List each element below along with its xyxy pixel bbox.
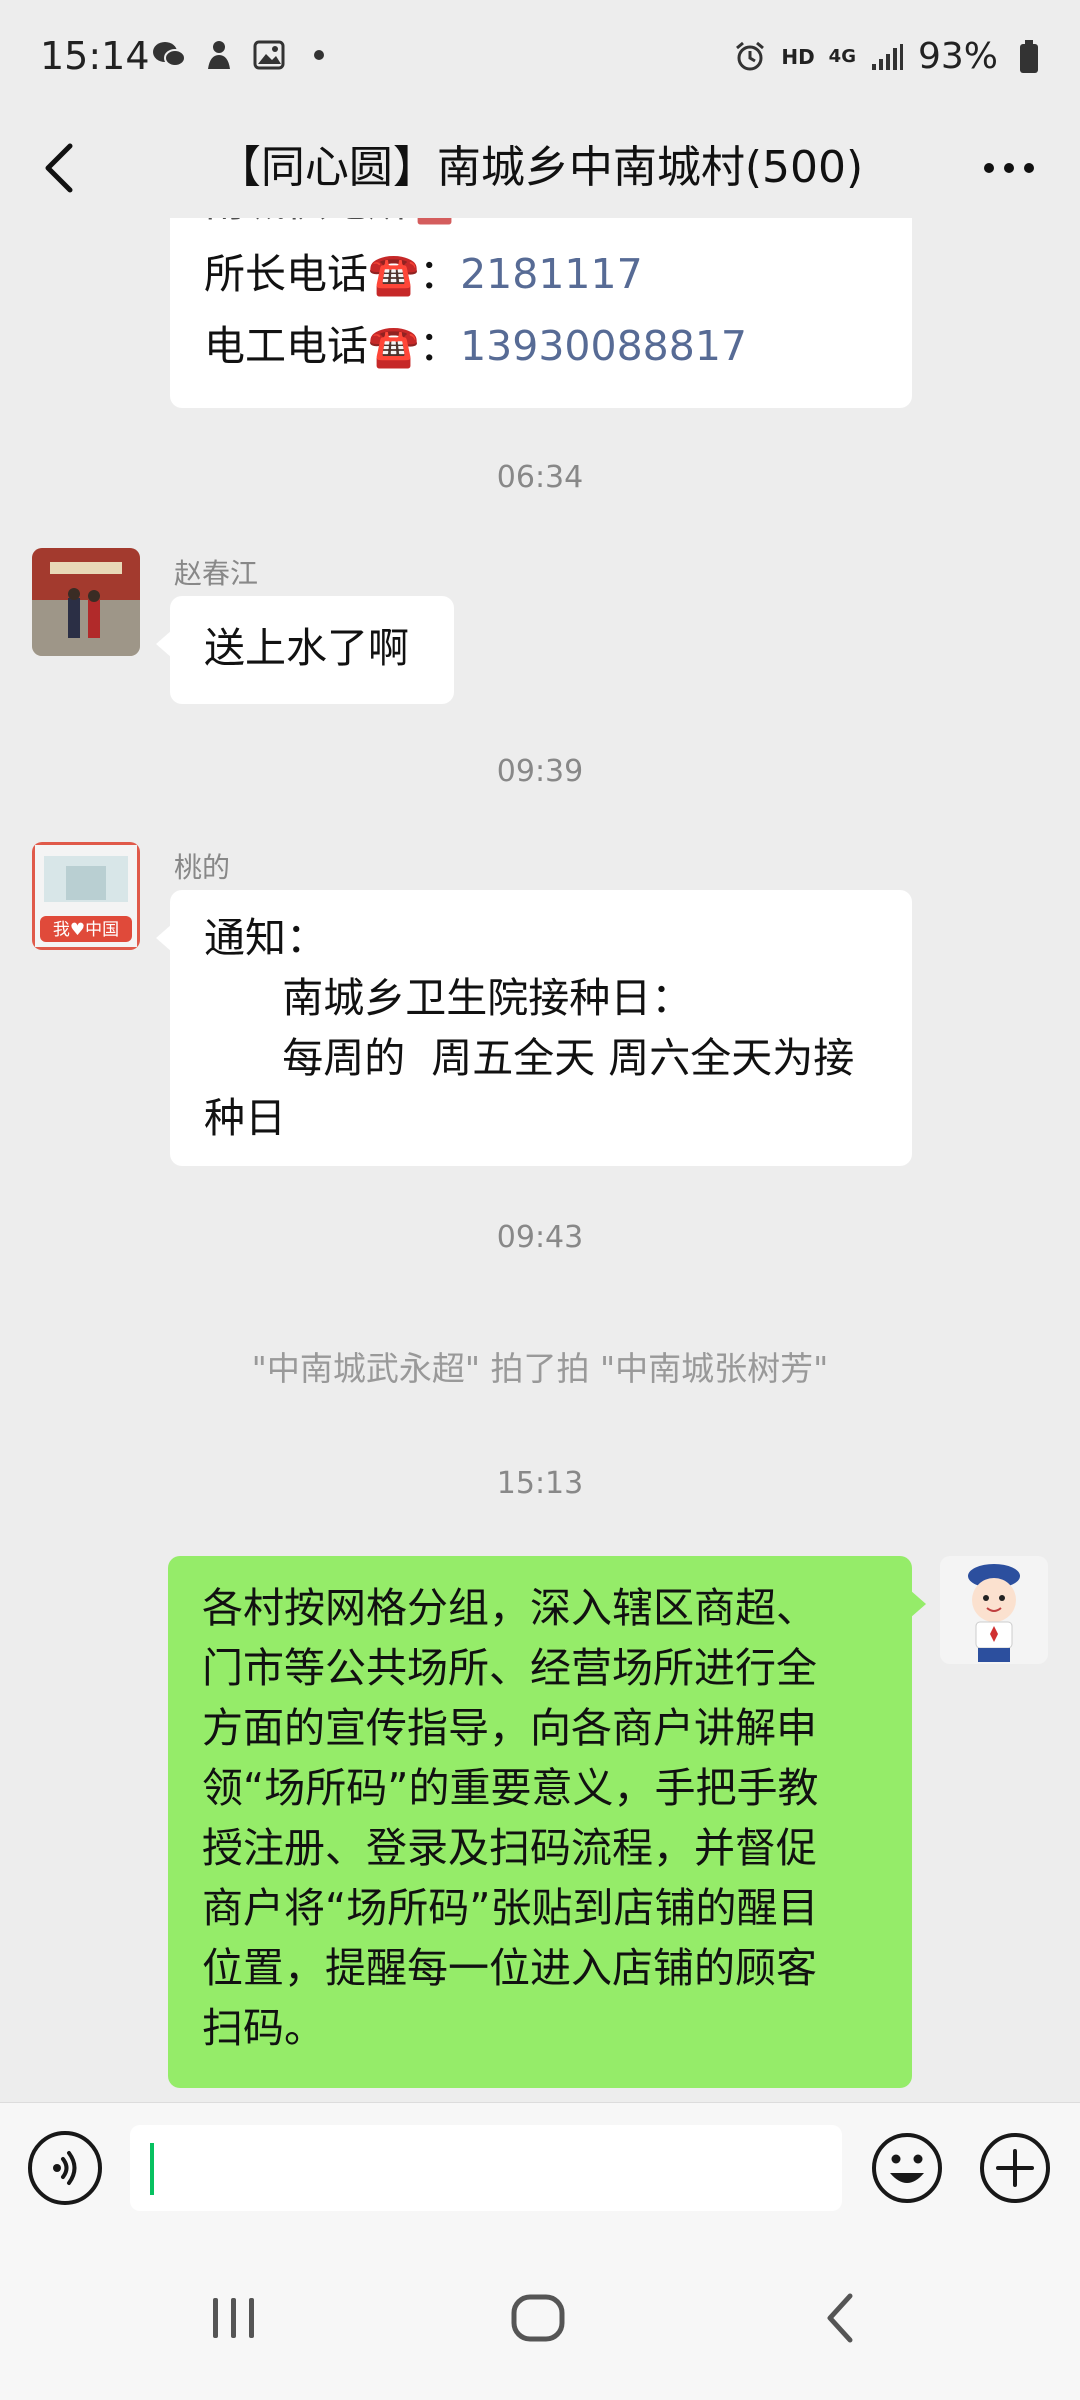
dot-icon (302, 38, 336, 72)
voice-icon (53, 2151, 77, 2185)
network-label: 4G (828, 45, 856, 67)
gallery-notification-icon (252, 38, 286, 72)
phone-number[interactable]: 2181117 (460, 250, 643, 298)
back-arrow-icon (827, 2293, 853, 2343)
input-bar (0, 2102, 1080, 2232)
timestamp: 15:13 (496, 1466, 584, 1501)
message-line: 扫码。 (202, 2004, 325, 2052)
message-line: 所长电话☎️：2181117 (204, 244, 878, 304)
message-line: 商户将“场所码”张贴到店铺的醒目 (202, 1884, 819, 1932)
message-line: 门市等公共场所、经营场所进行全 (202, 1644, 817, 1692)
emoji-icon (872, 2133, 942, 2203)
message-bubble-notice[interactable]: 通知： 南城乡卫生院接种日： 每周的 周五全天 周六全天为接 种日 (156, 890, 912, 1166)
message-bubble[interactable]: 送上水了啊 (156, 596, 454, 704)
message-input[interactable] (130, 2125, 842, 2211)
home-icon (511, 2294, 565, 2342)
plus-button[interactable] (978, 2131, 1052, 2205)
message-line: 各村按网格分组，深入辖区商超、 (202, 1584, 817, 1632)
status-bar: 15:14 HD 4G 93% (0, 0, 1080, 118)
plus-icon (980, 2133, 1050, 2203)
svg-text:我♥中国: 我♥中国 (53, 920, 119, 940)
alarm-icon (733, 40, 767, 74)
notification-icons (152, 38, 336, 72)
message-line: 南城供电所☎️：2162123 (204, 218, 878, 232)
phone-label: 电工电话☎️： (204, 322, 461, 370)
chat-title: 【同心圆】南城乡中南城村(500) (216, 142, 864, 193)
message-line: 南城乡卫生院接种日： (204, 974, 693, 1022)
battery-icon (1012, 39, 1046, 74)
message-line: 领“场所码”的重要意义，手把手教 (202, 1764, 819, 1812)
message-bubble-self[interactable]: 各村按网格分组，深入辖区商超、 门市等公共场所、经营场所进行全 方面的宣传指导，… (168, 1556, 926, 2088)
status-right: HD 4G 93% (733, 36, 1046, 77)
message-line: 电工电话☎️：13930088817 (204, 316, 878, 376)
message-line: 方面的宣传指导，向各商户讲解申 (202, 1704, 817, 1752)
timestamp: 09:39 (496, 754, 584, 789)
system-message: "中南城武永超" 拍了拍 "中南城张树芳" (251, 1349, 829, 1388)
hd-label: HD (781, 44, 815, 69)
message-line: 种日 (204, 1094, 286, 1142)
app-notification-icon (202, 38, 236, 72)
timestamp: 09:43 (496, 1220, 584, 1255)
wechat-notification-icon (152, 38, 186, 72)
recent-apps-button[interactable] (194, 2278, 274, 2358)
sender-name: 赵春江 (174, 557, 259, 590)
nav-back-button[interactable] (800, 2278, 880, 2358)
emoji-button[interactable] (870, 2131, 944, 2205)
recent-apps-icon (213, 2298, 254, 2338)
message-bubble-phone-list[interactable]: 南城供电所☎️：2162123 所长电话☎️：2181117 电工电话☎️：13… (170, 218, 912, 408)
avatar[interactable]: 我♥中国 (32, 842, 140, 950)
message-line: 授注册、登录及扫码流程，并督促 (202, 1824, 817, 1872)
home-button[interactable] (498, 2278, 578, 2358)
avatar-image-icon: 我♥中国 (32, 842, 140, 950)
avatar-photo-icon (32, 548, 140, 656)
chat-area[interactable]: 南城供电所☎️：2162123 所长电话☎️：2181117 电工电话☎️：13… (0, 218, 1080, 2102)
chevron-left-icon (45, 143, 73, 193)
timestamp: 06:34 (496, 460, 584, 495)
text-cursor (150, 2143, 154, 2195)
battery-percent: 93% (917, 36, 998, 77)
more-button[interactable] (974, 140, 1044, 196)
status-time: 15:14 (40, 34, 150, 78)
avatar[interactable] (32, 548, 140, 656)
message-line: 位置，提醒每一位进入店铺的顾客 (202, 1944, 817, 1992)
self-avatar[interactable] (940, 1556, 1048, 1664)
title-bar: 【同心圆】南城乡中南城村(500) (0, 118, 1080, 218)
phone-label: 所长电话☎️： (204, 250, 461, 298)
signal-icon (870, 40, 904, 74)
message-line: 每周的 周五全天 周六全天为接 (204, 1034, 855, 1082)
message-line: 通知： (204, 914, 327, 962)
more-dots-icon (984, 163, 1034, 173)
sender-name: 桃的 (174, 851, 231, 884)
system-nav-bar (0, 2232, 1080, 2400)
voice-button[interactable] (28, 2131, 102, 2205)
back-button[interactable] (28, 136, 88, 200)
phone-number[interactable]: 13930088817 (460, 322, 747, 370)
message-text: 送上水了啊 (204, 624, 409, 672)
cartoon-avatar-icon (940, 1556, 1048, 1664)
